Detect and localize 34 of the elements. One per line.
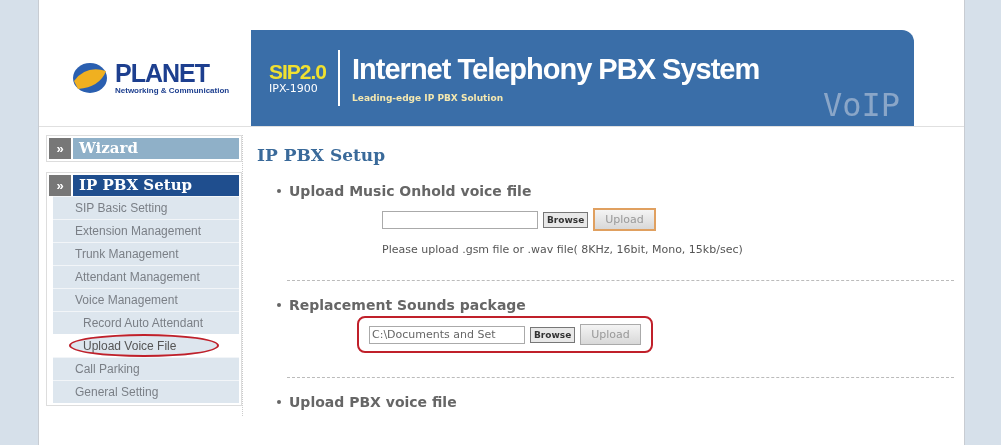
submenu-item[interactable]: Upload Voice File bbox=[69, 334, 219, 357]
menu-item[interactable]: Voice Management bbox=[53, 288, 239, 311]
menu-item[interactable]: General Setting bbox=[53, 380, 239, 403]
menu-item[interactable]: Call Parking bbox=[53, 357, 239, 380]
file-field[interactable] bbox=[382, 210, 538, 229]
page-heading: IP PBX Setup bbox=[257, 145, 387, 165]
submenu-item[interactable]: Record Auto Attendant bbox=[53, 311, 239, 334]
menu-item[interactable]: Extension Management bbox=[53, 219, 239, 242]
banner-title: Internet Telephony PBX System bbox=[352, 53, 761, 87]
menu-group[interactable]: Wizard bbox=[73, 138, 239, 159]
upload-note: Please upload .gsm file or .wav file( 8KHz, 16bit, Mono, 15kb/sec) bbox=[382, 243, 744, 256]
bullet-icon bbox=[277, 189, 281, 193]
logo-tagline: Networking & Communication bbox=[115, 86, 230, 95]
section-title: Upload PBX voice file bbox=[289, 394, 457, 410]
chevron-icon: » bbox=[49, 175, 71, 196]
menu-item[interactable]: Attendant Management bbox=[53, 265, 239, 288]
banner-mark: VoIP bbox=[822, 86, 900, 124]
bullet-icon bbox=[277, 400, 281, 404]
banner-subtitle: Leading-edge IP PBX Solution bbox=[352, 92, 505, 103]
browse-button[interactable]: Browse bbox=[530, 326, 576, 343]
upload-button[interactable]: Upload bbox=[580, 324, 641, 345]
section-title: Upload Music Onhold voice file bbox=[289, 183, 532, 199]
file-field[interactable]: C:\Documents and Set bbox=[369, 325, 525, 344]
menu-group[interactable]: IP PBX Setup bbox=[73, 175, 239, 196]
sip-version-label: SIP2.0 bbox=[269, 61, 327, 82]
section-title: Replacement Sounds package bbox=[289, 297, 526, 313]
bullet-icon bbox=[277, 303, 281, 307]
logo-name: PLANET bbox=[115, 61, 211, 86]
model-number: IPX-1900 bbox=[269, 82, 319, 95]
upload-button[interactable]: Upload bbox=[593, 208, 656, 231]
browse-button[interactable]: Browse bbox=[543, 211, 589, 228]
menu-item[interactable]: Trunk Management bbox=[53, 242, 239, 265]
menu-item[interactable]: SIP Basic Setting bbox=[53, 196, 239, 219]
chevron-icon: » bbox=[49, 138, 71, 159]
